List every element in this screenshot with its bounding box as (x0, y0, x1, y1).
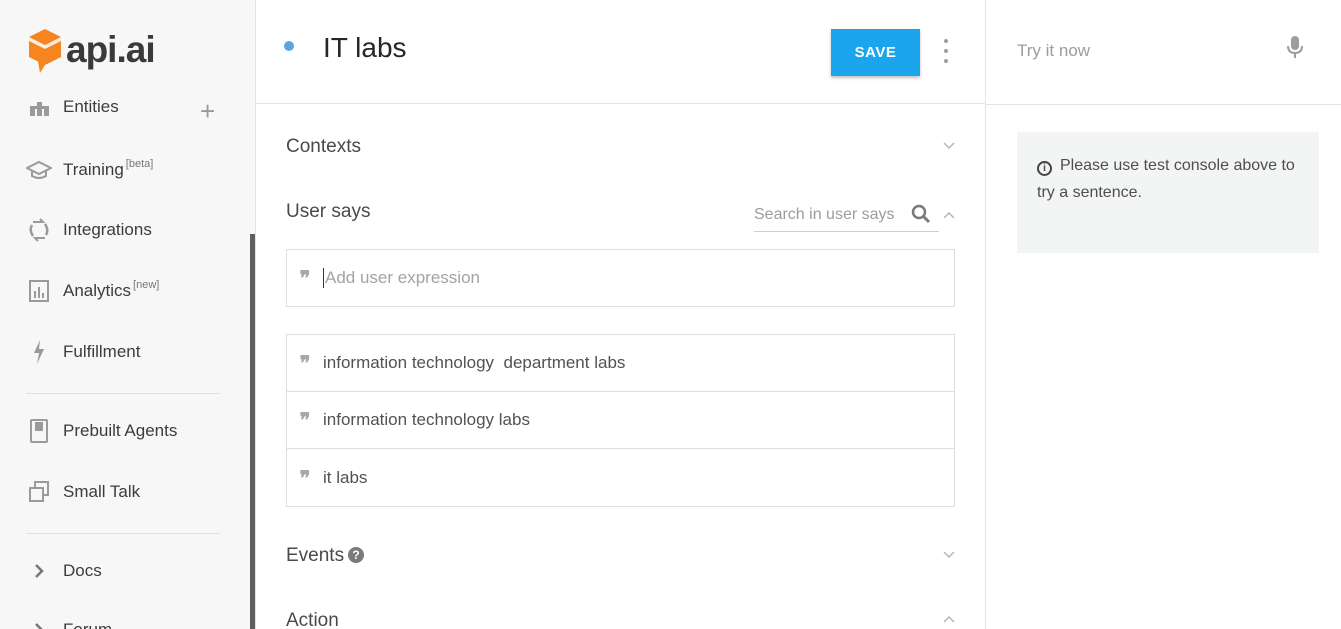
search-input[interactable] (754, 200, 904, 230)
new-badge: [new] (133, 279, 160, 291)
logo[interactable]: api.ai (28, 24, 156, 76)
events-label: Events (286, 545, 345, 566)
list-item[interactable]: ❞ it labs (287, 449, 954, 506)
sidebar-item-label: Forum (63, 620, 112, 629)
add-expression-box: ❞ (286, 249, 955, 307)
entities-icon (26, 94, 52, 120)
sidebar-item-prebuilt-agents[interactable]: Prebuilt Agents (26, 416, 177, 446)
list-item[interactable]: ❞ information technology department labs (287, 335, 954, 392)
app-root: api.ai Entities + Training [beta] Integr… (0, 0, 1341, 629)
sidebar-divider (26, 533, 220, 534)
sidebar-item-small-talk[interactable]: Small Talk (26, 477, 140, 507)
info-notice: i Please use test console above to try a … (1017, 132, 1319, 253)
expression-text[interactable]: information technology department labs (323, 353, 625, 373)
help-icon[interactable]: ? (348, 547, 365, 563)
sidebar: api.ai Entities + Training [beta] Integr… (0, 0, 256, 629)
user-says-section-header[interactable]: User says (286, 201, 370, 223)
status-dot (284, 41, 294, 51)
chevron-up-icon[interactable] (943, 611, 957, 625)
beta-badge: [beta] (125, 158, 154, 170)
sidebar-item-label: Docs (63, 561, 102, 580)
sidebar-divider (26, 393, 220, 394)
list-item[interactable]: ❞ information technology labs (287, 392, 954, 449)
divider (986, 104, 1341, 105)
lightning-icon (26, 339, 52, 365)
events-section-header[interactable]: Events? (286, 545, 365, 567)
graduation-cap-icon (26, 157, 52, 183)
notice-text: Please use test console above to try a s… (1037, 157, 1295, 201)
quote-icon: ❞ (299, 351, 311, 375)
sidebar-item-forum[interactable]: Forum (26, 615, 112, 629)
header: IT labs SAVE (256, 0, 985, 104)
search-field (754, 200, 939, 232)
expression-text[interactable]: it labs (323, 468, 367, 488)
chevron-up-icon[interactable] (943, 207, 957, 221)
bar-chart-icon (26, 278, 52, 304)
sidebar-item-label: Training (63, 160, 124, 179)
page-title[interactable]: IT labs (323, 32, 407, 64)
sidebar-item-label: Prebuilt Agents (63, 421, 178, 440)
main-content: Contexts User says ❞ ❞ information techn… (256, 105, 985, 629)
sidebar-item-entities[interactable]: Entities (26, 92, 119, 122)
sidebar-item-label: Entities (63, 97, 119, 116)
chevron-right-icon (26, 558, 52, 584)
quote-icon: ❞ (299, 465, 311, 490)
microphone-icon[interactable] (1286, 34, 1304, 60)
add-expression-input[interactable] (325, 250, 954, 306)
test-console-panel: iPlease use test console above to try a … (985, 0, 1341, 629)
sidebar-item-label: Integrations (63, 220, 152, 239)
chat-copy-icon (26, 479, 52, 505)
action-section-header[interactable]: Action (286, 610, 339, 629)
expression-list: ❞ information technology department labs… (286, 334, 955, 507)
sidebar-item-analytics[interactable]: Analytics [new] (26, 276, 159, 306)
sidebar-item-integrations[interactable]: Integrations (26, 215, 152, 245)
quote-icon: ❞ (299, 266, 311, 290)
more-options-icon[interactable] (938, 36, 954, 66)
quote-icon: ❞ (299, 408, 311, 432)
info-icon: i (1037, 161, 1052, 176)
expression-text[interactable]: information technology labs (323, 410, 530, 430)
sidebar-item-label: Analytics (63, 281, 132, 300)
sidebar-scrollbar[interactable] (250, 234, 255, 629)
chevron-right-icon (26, 617, 52, 629)
try-it-now-input[interactable] (1017, 36, 1277, 66)
add-entity-icon[interactable]: + (200, 98, 215, 124)
sidebar-item-label: Fulfillment (63, 342, 141, 361)
sync-icon (26, 217, 52, 243)
save-button[interactable]: SAVE (831, 29, 920, 76)
contexts-section-header[interactable]: Contexts (286, 136, 361, 158)
chevron-down-icon[interactable] (943, 546, 957, 560)
search-icon[interactable] (911, 204, 931, 224)
text-cursor (323, 268, 324, 288)
sidebar-item-docs[interactable]: Docs (26, 556, 102, 586)
sidebar-item-training[interactable]: Training [beta] (26, 155, 153, 185)
chevron-down-icon[interactable] (943, 137, 957, 151)
sidebar-item-fulfillment[interactable]: Fulfillment (26, 337, 140, 367)
logo-text: api.ai (66, 29, 156, 70)
logo-icon (29, 29, 61, 73)
book-icon (26, 418, 52, 444)
sidebar-item-label: Small Talk (63, 482, 141, 501)
